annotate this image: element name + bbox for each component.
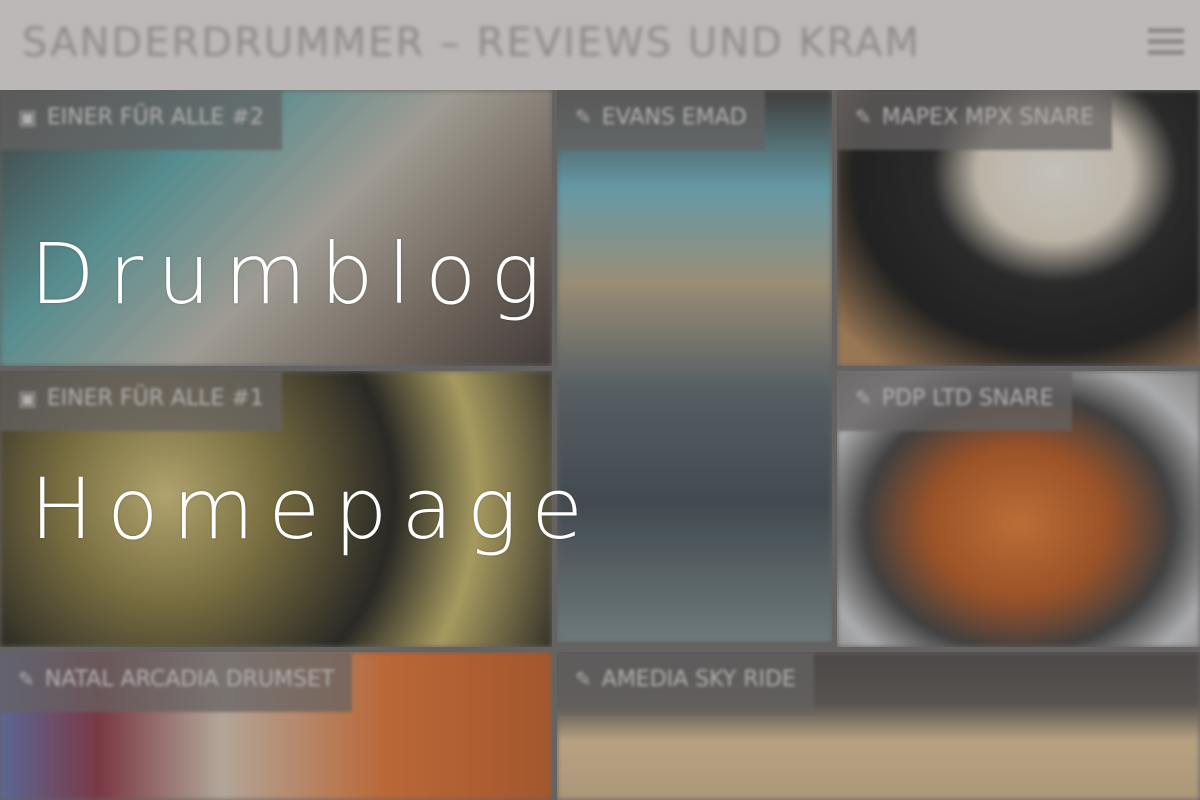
post-tile[interactable]: ✎ Mapex MPX Snare <box>837 90 1200 366</box>
pencil-icon: ✎ <box>18 667 35 691</box>
post-tile[interactable]: ✎ PDP LTD Snare <box>837 371 1200 647</box>
post-title-badge: ✎ Natal Arcadia Drumset <box>0 652 353 712</box>
post-tile[interactable]: ✎ Natal Arcadia Drumset <box>0 652 552 800</box>
post-title: Einer für alle #2 <box>46 105 264 130</box>
post-tile[interactable]: ✎ Amedia Sky Ride <box>557 652 1200 800</box>
hero-heading-drumblog: Drumblog <box>30 225 555 323</box>
hero-heading-homepage: Homepage <box>30 460 597 558</box>
post-thumbnail <box>557 90 832 642</box>
post-title-badge: ✎ PDP LTD Snare <box>837 371 1072 431</box>
hamburger-menu-icon[interactable] <box>1148 28 1184 60</box>
post-title: Amedia Sky Ride <box>601 667 796 692</box>
post-title: Natal Arcadia Drumset <box>44 667 335 692</box>
post-title-badge: ✎ Mapex MPX Snare <box>837 90 1112 150</box>
video-camera-icon: ▣ <box>18 386 37 410</box>
pencil-icon: ✎ <box>575 105 592 129</box>
pencil-icon: ✎ <box>855 105 872 129</box>
pencil-icon: ✎ <box>855 386 872 410</box>
site-title[interactable]: Sanderdrummer – Reviews und Kram <box>22 20 921 66</box>
post-title: PDP LTD Snare <box>881 386 1054 411</box>
post-title-badge: ▣ Einer für alle #2 <box>0 90 282 150</box>
video-camera-icon: ▣ <box>18 105 37 129</box>
post-title-badge: ✎ Evans EMAD <box>557 90 765 150</box>
post-title-badge: ▣ Einer für alle #1 <box>0 371 282 431</box>
post-title: Einer für alle #1 <box>46 386 264 411</box>
post-title: Evans EMAD <box>601 105 747 130</box>
post-title-badge: ✎ Amedia Sky Ride <box>557 652 814 712</box>
post-title: Mapex MPX Snare <box>881 105 1094 130</box>
pencil-icon: ✎ <box>575 667 592 691</box>
top-bar: Sanderdrummer – Reviews und Kram <box>0 0 1200 90</box>
post-tile[interactable]: ✎ Evans EMAD <box>557 90 832 642</box>
